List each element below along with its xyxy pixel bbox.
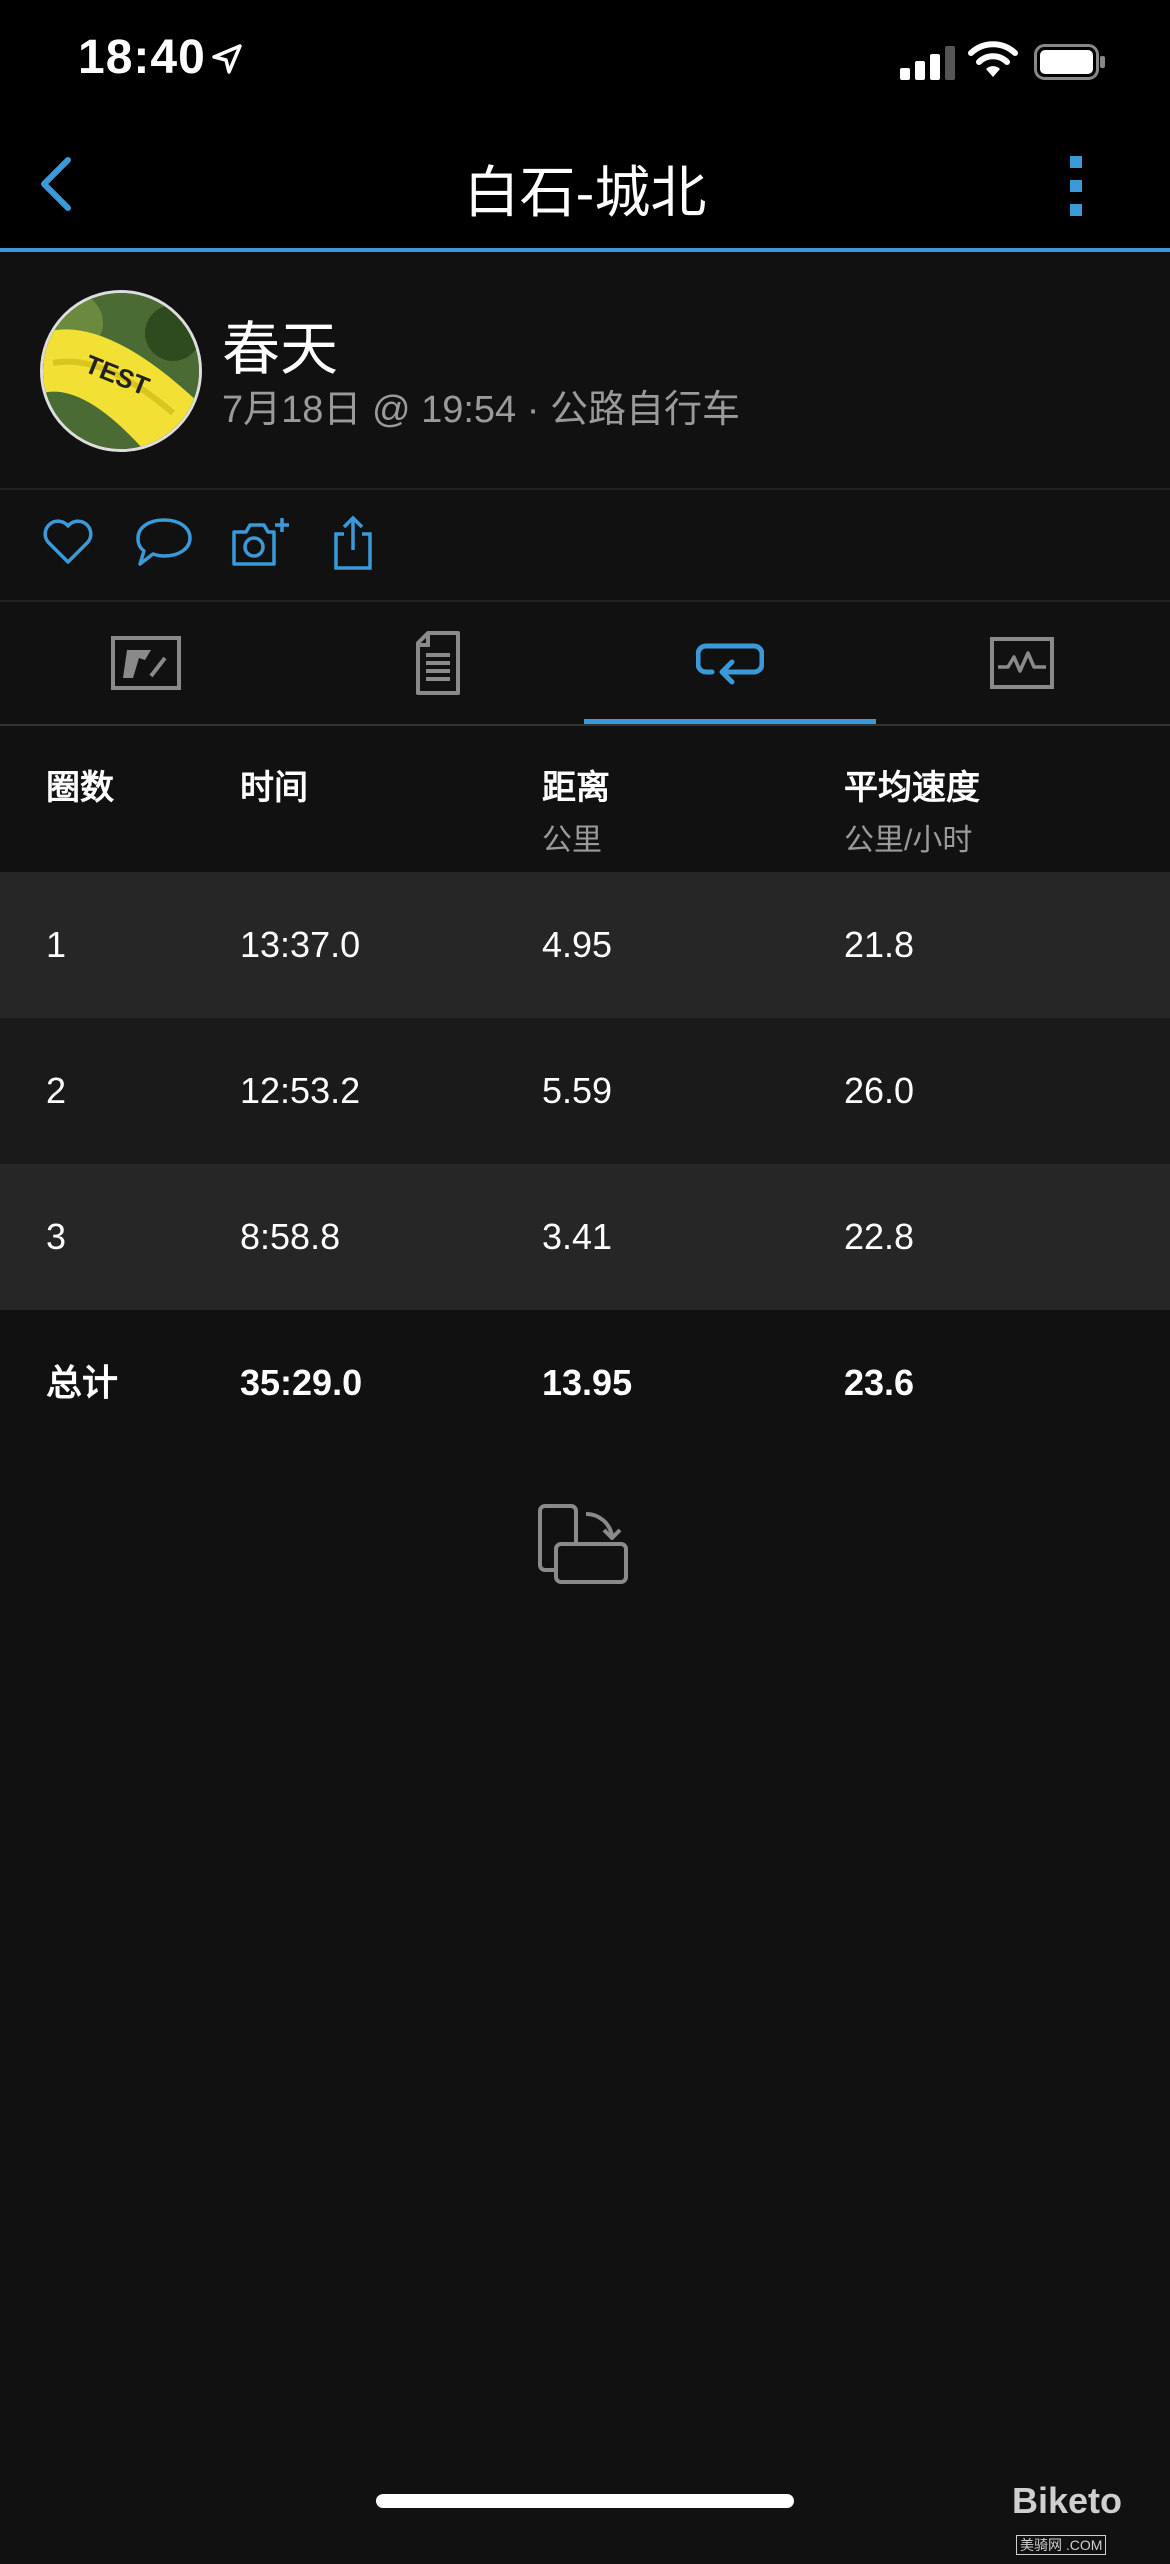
lap-distance: 5.59 [542, 1070, 613, 1111]
tab-details[interactable] [292, 602, 584, 724]
lap-speed: 21.8 [844, 924, 915, 965]
document-list-icon [416, 631, 460, 695]
map-icon [111, 636, 181, 690]
comment-icon[interactable] [134, 514, 194, 570]
activity-meta: 7月18日 @ 19:54 · 公路自行车 [222, 389, 740, 431]
cellular-signal-icon [900, 46, 955, 80]
lap-number: 1 [46, 924, 67, 965]
lap-speed: 26.0 [844, 1070, 915, 1111]
status-time: 18:40 [78, 31, 206, 84]
header-label: 圈数 [46, 769, 114, 807]
more-options-icon[interactable] [1056, 154, 1096, 218]
total-row: 总计 35:29.0 13.95 23.6 [0, 1310, 1170, 1456]
total-speed: 23.6 [844, 1362, 915, 1403]
tab-overview-map[interactable] [0, 602, 292, 724]
chart-pulse-icon [990, 637, 1054, 689]
header-unit: 公里/小时 [844, 824, 973, 857]
watermark-text: Biketo [1012, 2480, 1123, 2521]
laps-table-header: 圈数 时间 距离 公里 平均速度 公里/小时 [0, 726, 1170, 872]
header-laps: 圈数 [46, 760, 114, 809]
activity-tabs [0, 602, 1170, 726]
header-unit: 公里 [542, 824, 602, 857]
header-distance: 距离 公里 [542, 760, 610, 859]
avatar[interactable]: TEST [40, 290, 202, 452]
rotate-device-icon[interactable] [536, 1502, 632, 1586]
table-row[interactable]: 2 12:53.2 5.59 26.0 [0, 1018, 1170, 1164]
watermark: Biketo 美骑网 .COM [1012, 2480, 1170, 2564]
header-time: 时间 [240, 760, 308, 809]
activity-header: TEST 春天 7月18日 @ 19:54 · 公路自行车 [0, 252, 1170, 490]
tab-laps[interactable] [584, 602, 876, 724]
home-indicator[interactable] [376, 2494, 794, 2508]
lap-distance: 3.41 [542, 1216, 613, 1257]
lap-time: 13:37.0 [240, 924, 361, 965]
lap-number: 3 [46, 1216, 67, 1257]
total-distance: 13.95 [542, 1362, 633, 1403]
watermark-badge: 美骑网 .COM [1016, 2535, 1107, 2556]
header-label: 距离 [542, 769, 610, 807]
lap-time: 12:53.2 [240, 1070, 361, 1111]
page-title: 白石-城北 [463, 161, 707, 224]
like-heart-icon[interactable] [40, 514, 96, 570]
status-bar: 18:40 [0, 0, 1170, 120]
add-photo-camera-icon[interactable] [230, 514, 292, 570]
total-time: 35:29.0 [240, 1362, 363, 1403]
battery-icon [1034, 44, 1105, 80]
athlete-name[interactable]: 春天 [222, 302, 338, 386]
laps-loop-icon [696, 643, 764, 684]
lap-distance: 4.95 [542, 924, 613, 965]
location-arrow-icon [212, 44, 242, 74]
avatar-image: TEST [43, 293, 199, 449]
header-avg-speed: 平均速度 公里/小时 [844, 760, 980, 859]
tab-charts[interactable] [876, 602, 1168, 724]
header-label: 平均速度 [844, 769, 980, 807]
table-row[interactable]: 3 8:58.8 3.41 22.8 [0, 1164, 1170, 1310]
action-bar [0, 490, 1170, 602]
header-label: 时间 [240, 769, 308, 807]
total-label: 总计 [46, 1362, 119, 1403]
share-icon[interactable] [330, 514, 376, 572]
lap-time: 8:58.8 [240, 1216, 341, 1257]
wifi-icon [968, 41, 1018, 77]
nav-bar: 白石-城北 [0, 120, 1170, 252]
lap-number: 2 [46, 1070, 67, 1111]
table-row[interactable]: 1 13:37.0 4.95 21.8 [0, 872, 1170, 1018]
lap-speed: 22.8 [844, 1216, 915, 1257]
